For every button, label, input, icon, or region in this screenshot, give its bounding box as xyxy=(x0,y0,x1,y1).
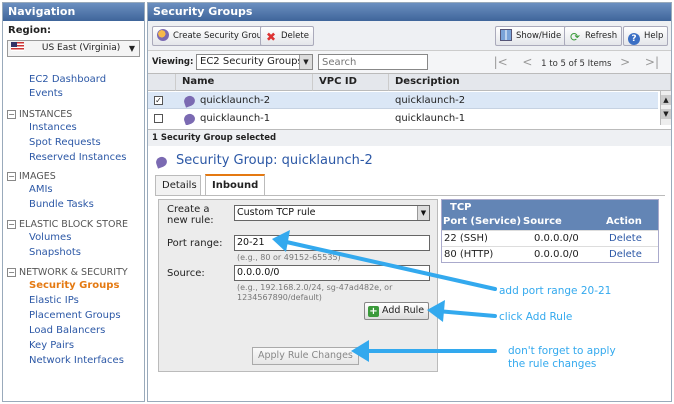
arrowhead-add-rule xyxy=(427,300,445,322)
arrow-add-rule xyxy=(435,309,497,318)
arrowhead-apply xyxy=(351,340,369,362)
callout-apply-1: don't forget to apply xyxy=(508,345,616,357)
arrowhead-port-range xyxy=(272,230,290,252)
arrow-port-range xyxy=(280,239,497,291)
callout-port-range: add port range 20-21 xyxy=(499,285,612,297)
annotation-arrows xyxy=(272,230,497,362)
callout-apply-2: the rule changes xyxy=(508,358,597,370)
callout-add-rule: click Add Rule xyxy=(499,311,573,323)
